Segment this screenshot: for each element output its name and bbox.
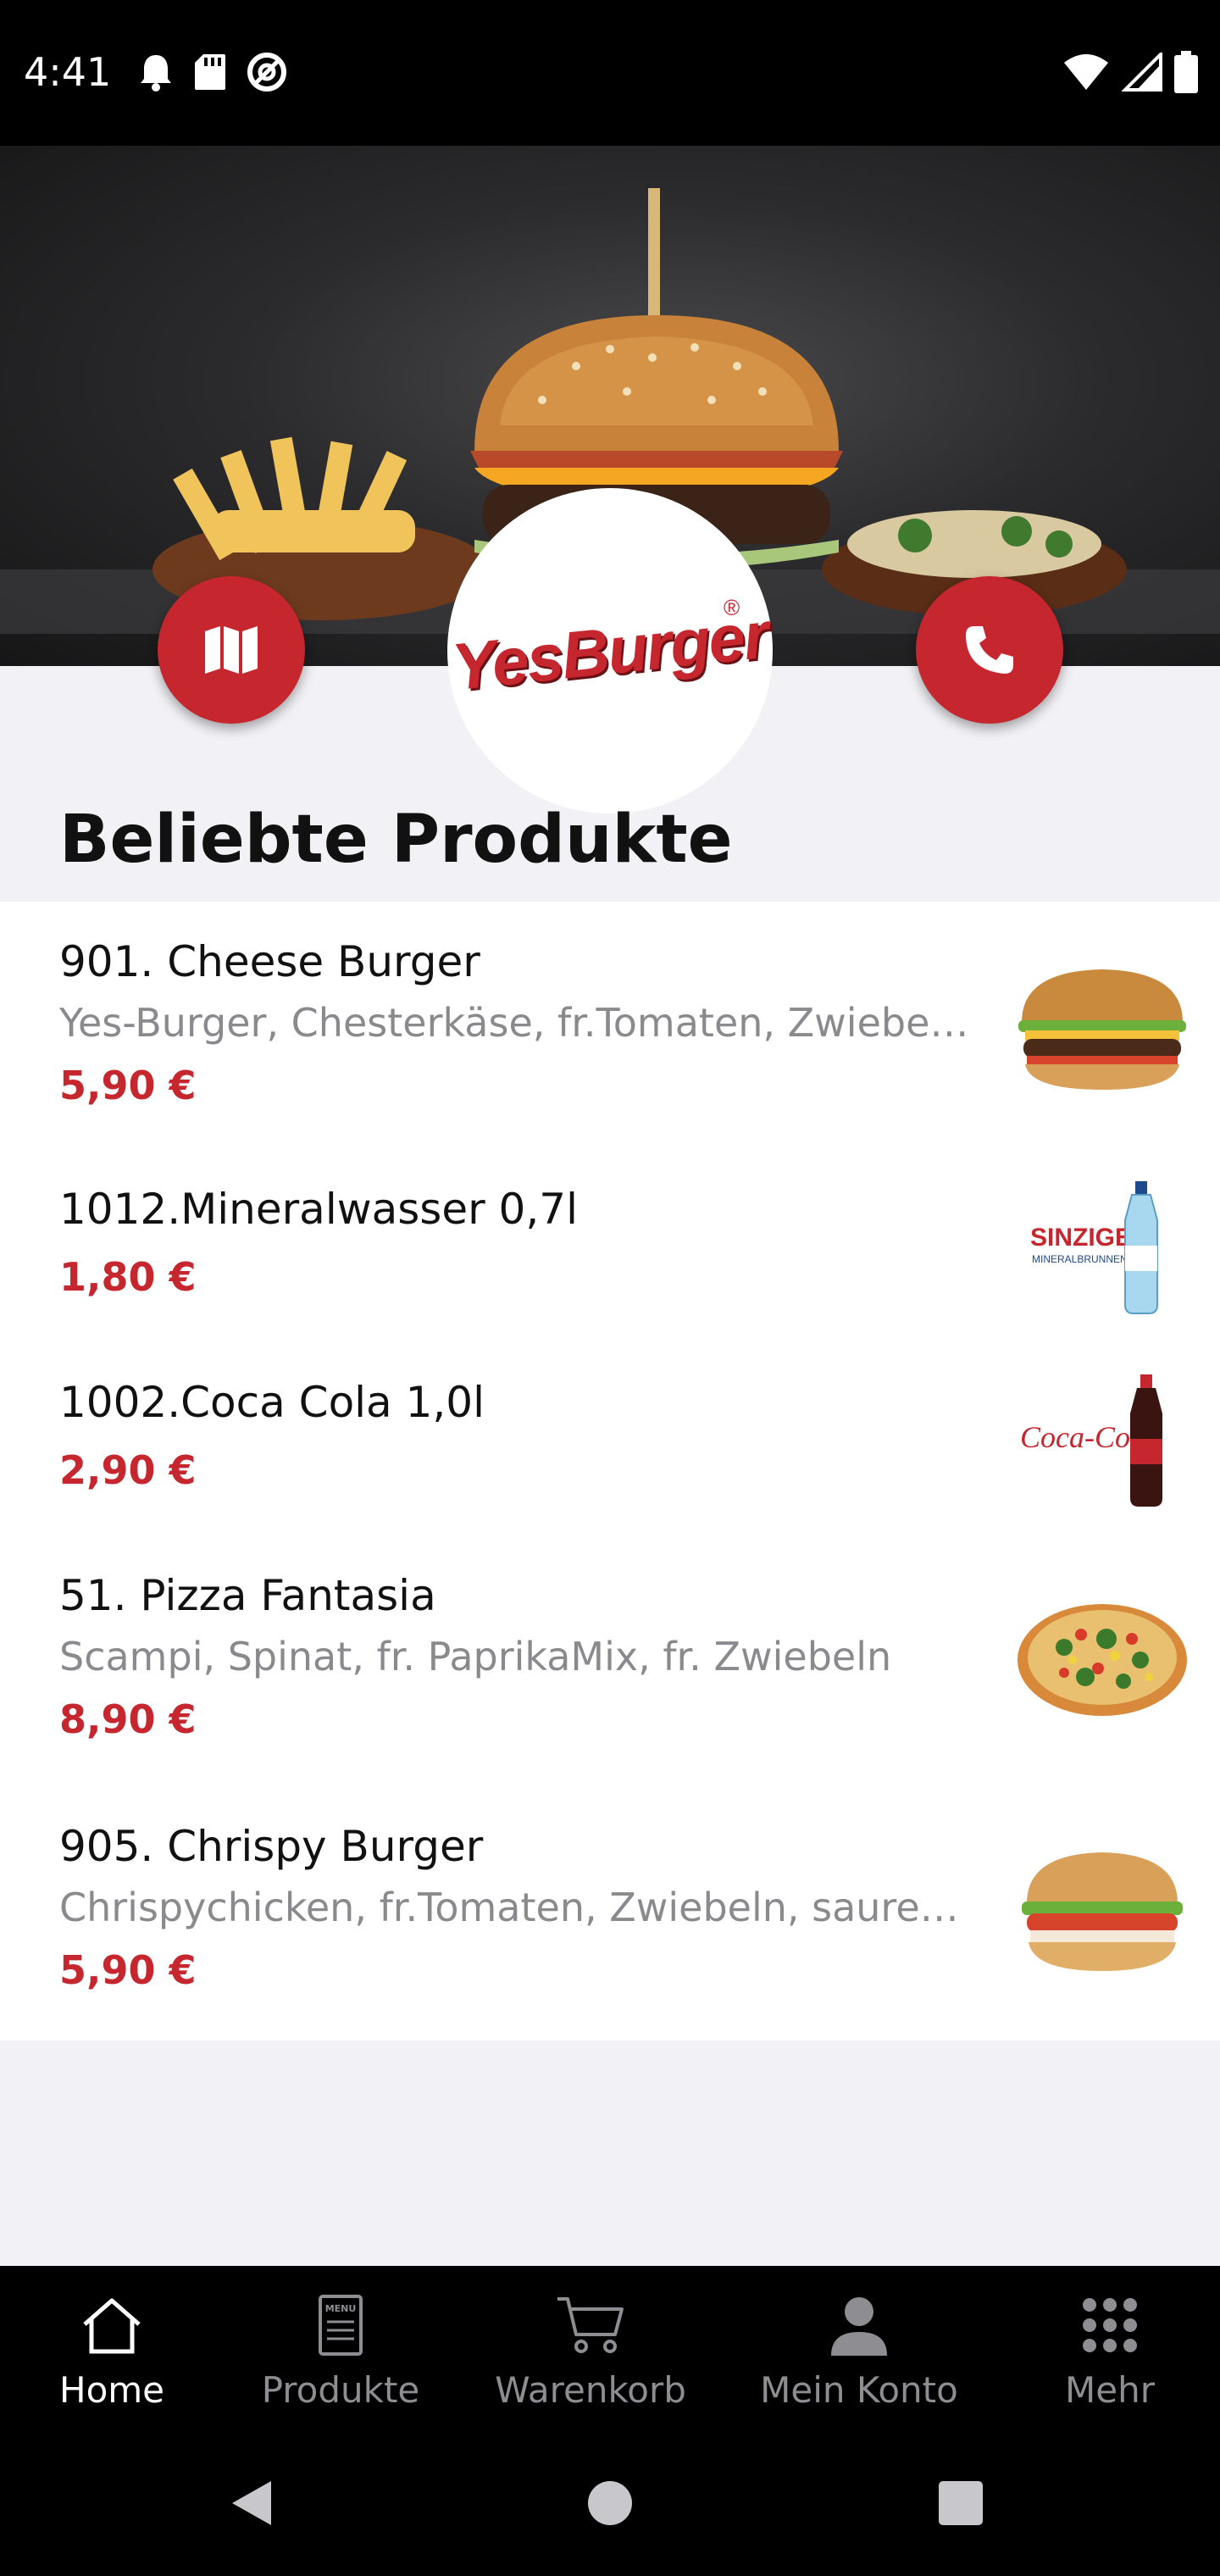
grid-dots-icon [1083,2298,1137,2352]
wifi-icon [1064,54,1108,90]
product-item[interactable]: 1012.Mineralwasser 0,7l 1,80 € SINZIGER … [0,1152,1220,1347]
section-title: Beliebte Produkte [59,802,733,878]
product-name: 901. Cheese Burger [59,937,480,986]
product-description: Yes-Burger, Chesterkäse, fr.Tomaten, Zwi… [59,1000,971,1046]
nav-label: Warenkorb [495,2369,686,2411]
svg-text:MENU: MENU [325,2303,357,2314]
product-list: 901. Cheese Burger Yes-Burger, Chesterkä… [0,902,1220,2040]
product-price: 1,80 € [59,1254,197,1300]
status-right-icons [1062,51,1198,93]
nav-more[interactable]: Mehr [1042,2266,1178,2432]
battery-icon [1174,51,1198,93]
chrispy-burger-image [1022,1852,1183,1971]
nav-label: Home [58,2369,165,2411]
restaurant-logo: YesBurger ® [447,488,773,813]
back-icon[interactable] [229,2478,274,2529]
cell-signal-icon [1122,53,1162,92]
phone-icon [966,626,1013,674]
home-icon [83,2298,141,2354]
status-left-icons [137,51,288,93]
product-description: Chrispychicken, fr.Tomaten, Zwiebeln, sa… [59,1885,971,1930]
nav-account[interactable]: Mein Konto [746,2266,973,2432]
map-icon [205,626,258,674]
nav-cart[interactable]: Warenkorb [486,2266,695,2432]
product-description: Scampi, Spinat, fr. PaprikaMix, fr. Zwie… [59,1634,892,1679]
product-price: 2,90 € [59,1447,197,1493]
status-bar: 4:41 [0,0,1220,146]
nav-label: Mein Konto [760,2369,958,2411]
home-circle-icon[interactable] [586,2479,634,2527]
pizza-image [1018,1604,1187,1716]
nav-products[interactable]: MENU Produkte [249,2266,432,2432]
phone-button[interactable] [916,576,1063,724]
product-price: 5,90 € [59,1063,197,1108]
product-item[interactable]: 905. Chrispy Burger Chrispychicken, fr.T… [0,1791,1220,2040]
system-navigation-bar [0,2432,1220,2576]
product-name: 1002.Coca Cola 1,0l [59,1378,485,1427]
product-item[interactable]: 901. Cheese Burger Yes-Burger, Chesterkä… [0,902,1220,1152]
map-button[interactable] [158,576,305,724]
cheese-burger-image [1018,969,1186,1090]
user-icon [831,2297,887,2356]
nav-label: Produkte [261,2369,420,2411]
svg-text:MINERALBRUNNEN: MINERALBRUNNEN [1032,1253,1128,1265]
sd-card-icon [195,54,225,90]
bottom-navigation: Home MENU Produkte Warenkorb Mein Konto … [0,2266,1220,2432]
product-item[interactable]: 51. Pizza Fantasia Scampi, Spinat, fr. P… [0,1541,1220,1791]
menu-card-icon: MENU [319,2295,363,2356]
product-item[interactable]: 1002.Coca Cola 1,0l 2,90 € Coca-Cola [0,1347,1220,1541]
product-price: 8,90 € [59,1696,197,1742]
product-name: 905. Chrispy Burger [59,1822,484,1871]
mineral-water-image: SINZIGER MINERALBRUNNEN [1030,1181,1158,1314]
do-not-disturb-icon [247,53,286,92]
status-time: 4:41 [24,49,112,95]
product-price: 5,90 € [59,1947,197,1993]
logo-registered-mark: ® [724,595,740,620]
notification-bell-icon [141,55,171,92]
nav-label: Mehr [1065,2369,1155,2411]
cart-icon [557,2297,624,2353]
recents-square-icon[interactable] [937,2479,984,2527]
coca-cola-image: Coca-Cola [1020,1374,1162,1507]
product-name: 51. Pizza Fantasia [59,1571,436,1620]
product-name: 1012.Mineralwasser 0,7l [59,1185,578,1234]
nav-home[interactable]: Home [34,2266,190,2432]
